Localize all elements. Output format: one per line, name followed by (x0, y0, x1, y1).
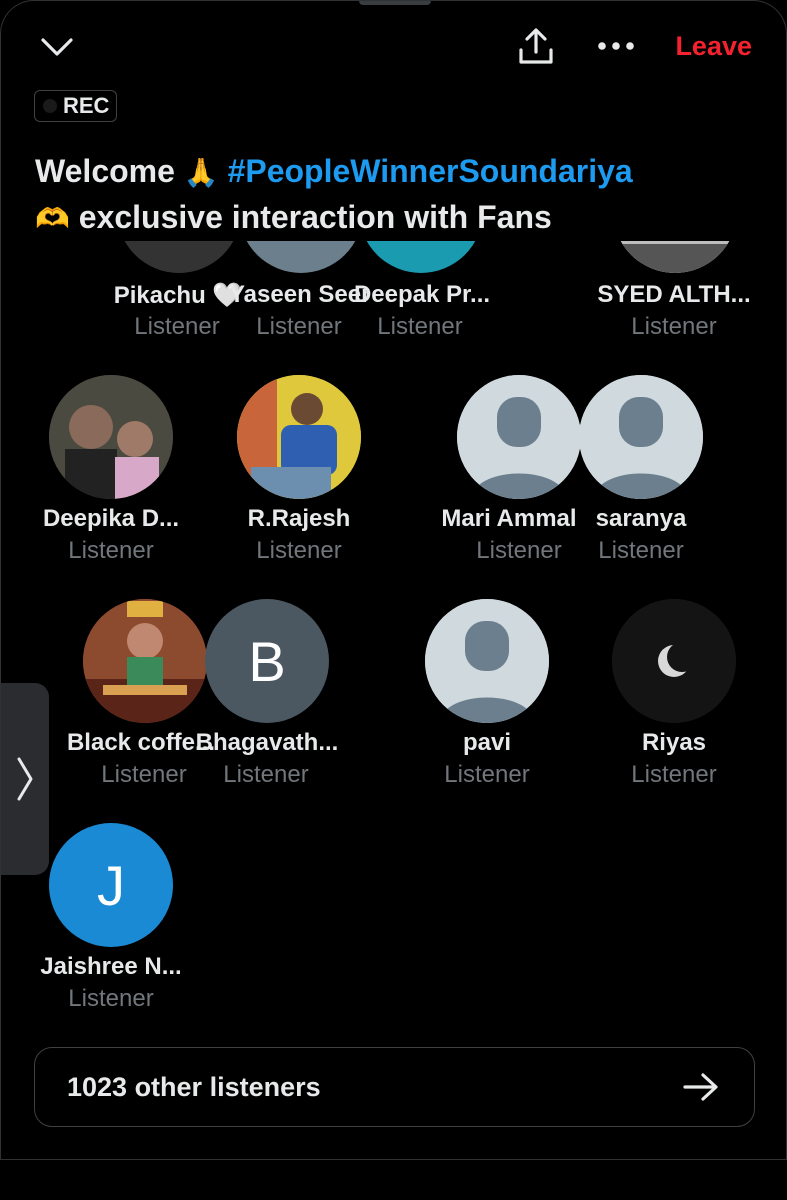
other-listeners-label: 1023 other listeners (67, 1071, 321, 1102)
participant-role: Listener (223, 761, 309, 788)
side-panel-handle[interactable] (1, 683, 49, 875)
participant-name: Jaishree N... (40, 953, 182, 980)
space-sheet: Leave REC Welcome 🙏 #PeopleWinnerSoundar… (0, 0, 787, 1160)
participant-name: Deepak Pr... (353, 281, 491, 308)
participant-role: Listener (68, 537, 154, 564)
space-title: Welcome 🙏 #PeopleWinnerSoundariya 🫶 excl… (35, 149, 755, 241)
avatar-initial: J (97, 853, 125, 917)
record-dot-icon (43, 99, 57, 113)
recording-badge: REC (34, 90, 118, 122)
participant-avatar[interactable] (83, 599, 207, 723)
pray-emoji: 🙏 (183, 157, 219, 188)
participant-role: Listener (598, 537, 684, 564)
participants-grid: Pikachu 🤍 Listener Yaseen Seen Listener … (1, 241, 786, 1021)
participant-avatar-default[interactable] (579, 375, 703, 499)
participant-avatar[interactable] (613, 241, 737, 273)
share-icon[interactable] (513, 25, 559, 67)
participant-avatar[interactable] (239, 241, 363, 273)
participant-avatar-default[interactable] (425, 599, 549, 723)
participant-name: Bhagavath... (195, 729, 339, 756)
title-suffix: exclusive interaction with Fans (78, 199, 552, 235)
bottom-divider (0, 1159, 787, 1160)
participant-role: Listener (377, 313, 463, 340)
collapse-chevron-icon[interactable] (37, 29, 77, 65)
participant-name: Mari Ammal (441, 505, 577, 532)
participant-avatar-default[interactable] (457, 375, 581, 499)
participant-role: Listener (256, 537, 342, 564)
heart-hands-emoji: 🫶 (35, 203, 70, 234)
participant-name: saranya (595, 505, 687, 532)
participant-avatar[interactable] (117, 241, 241, 273)
participant-name: pavi (462, 729, 512, 756)
participant-name: SYED ALTH... (597, 281, 751, 308)
participant-name: Deepika D... (42, 505, 180, 532)
participant-role: Listener (444, 761, 530, 788)
participant-avatar-initial[interactable]: J (49, 823, 173, 947)
participant-avatar[interactable] (49, 375, 173, 499)
participant-role: Listener (631, 761, 717, 788)
participant-avatar[interactable] (612, 599, 736, 723)
chevron-right-icon (17, 757, 33, 801)
participant-role: Listener (68, 985, 154, 1012)
sheet-grabber[interactable] (359, 1, 431, 5)
participant-name: R.Rajesh (247, 505, 351, 532)
recording-label: REC (63, 93, 110, 118)
participant-avatar[interactable] (359, 241, 483, 273)
participant-role: Listener (631, 313, 717, 340)
more-options-icon[interactable] (595, 31, 637, 61)
other-listeners-button[interactable]: 1023 other listeners (34, 1047, 755, 1127)
participant-name: Riyas (641, 729, 707, 756)
participant-avatar-initial[interactable]: B (205, 599, 329, 723)
participant-avatar[interactable] (237, 375, 361, 499)
leave-button[interactable]: Leave (675, 31, 752, 62)
arrow-right-icon (683, 1073, 718, 1101)
title-prefix: Welcome (35, 153, 175, 189)
hashtag-link[interactable]: #PeopleWinnerSoundariya (228, 153, 633, 189)
avatar-initial: B (248, 629, 286, 693)
